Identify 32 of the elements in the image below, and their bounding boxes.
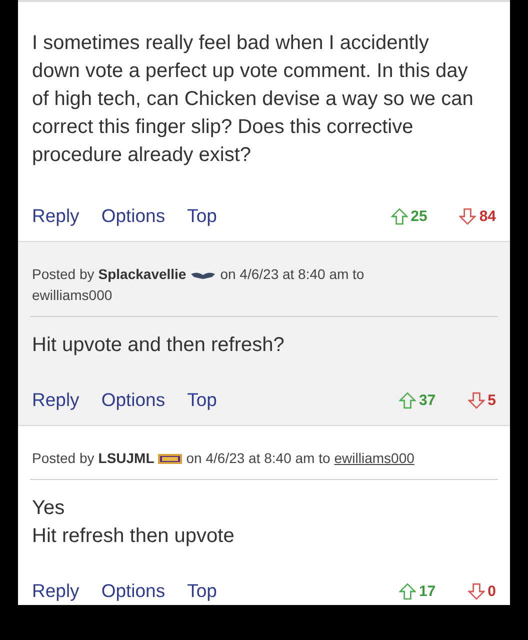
action-link[interactable]: Options [101,389,166,411]
up-arrow-icon [390,208,408,224]
action-link[interactable]: Options [101,205,166,227]
reply-to-link[interactable]: ewilliams000 [334,448,414,469]
action-link[interactable]: Top [187,389,217,411]
post-text: I sometimes really feel bad when I accidently down vote a perfect up vote comment. In this day of high tech, can Chicken devise a way so we can correct this finger slip? Does this corrective procedure already exist? [32,31,474,168]
posted-by-label: Posted by [32,265,94,284]
upvote-button[interactable]: 17 [398,582,436,600]
upvote-button[interactable]: 25 [390,208,428,224]
downvote-button[interactable]: 0 [468,582,496,600]
author-name[interactable]: Splackavellie [98,264,186,285]
down-arrow-icon [468,392,485,408]
reply-to-name: ewilliams000 [32,286,112,305]
down-arrow-icon [468,582,485,600]
post-date: on 4/6/23 at 8:40 am to [220,265,364,284]
action-link[interactable]: Options [101,580,166,602]
action-link[interactable]: Top [187,580,217,602]
action-link[interactable]: Reply [32,389,80,411]
posted-by-label: Posted by [32,449,94,468]
action-link[interactable]: Top [187,205,217,227]
author-name[interactable]: LSUJML [98,448,154,469]
action-link[interactable]: Reply [32,205,80,227]
post-date: on 4/6/23 at 8:40 am to [186,449,330,468]
downvote-button[interactable]: 5 [468,392,496,408]
up-arrow-icon [398,392,416,408]
action-link[interactable]: Reply [32,580,80,602]
down-arrow-icon [459,208,476,224]
up-arrow-icon [398,582,416,600]
post-text: Hit upvote and then refresh? [32,333,286,358]
post-text: Yes [32,496,66,521]
post-text: Hit refresh then upvote [32,524,236,549]
downvote-button[interactable]: 84 [459,208,496,224]
